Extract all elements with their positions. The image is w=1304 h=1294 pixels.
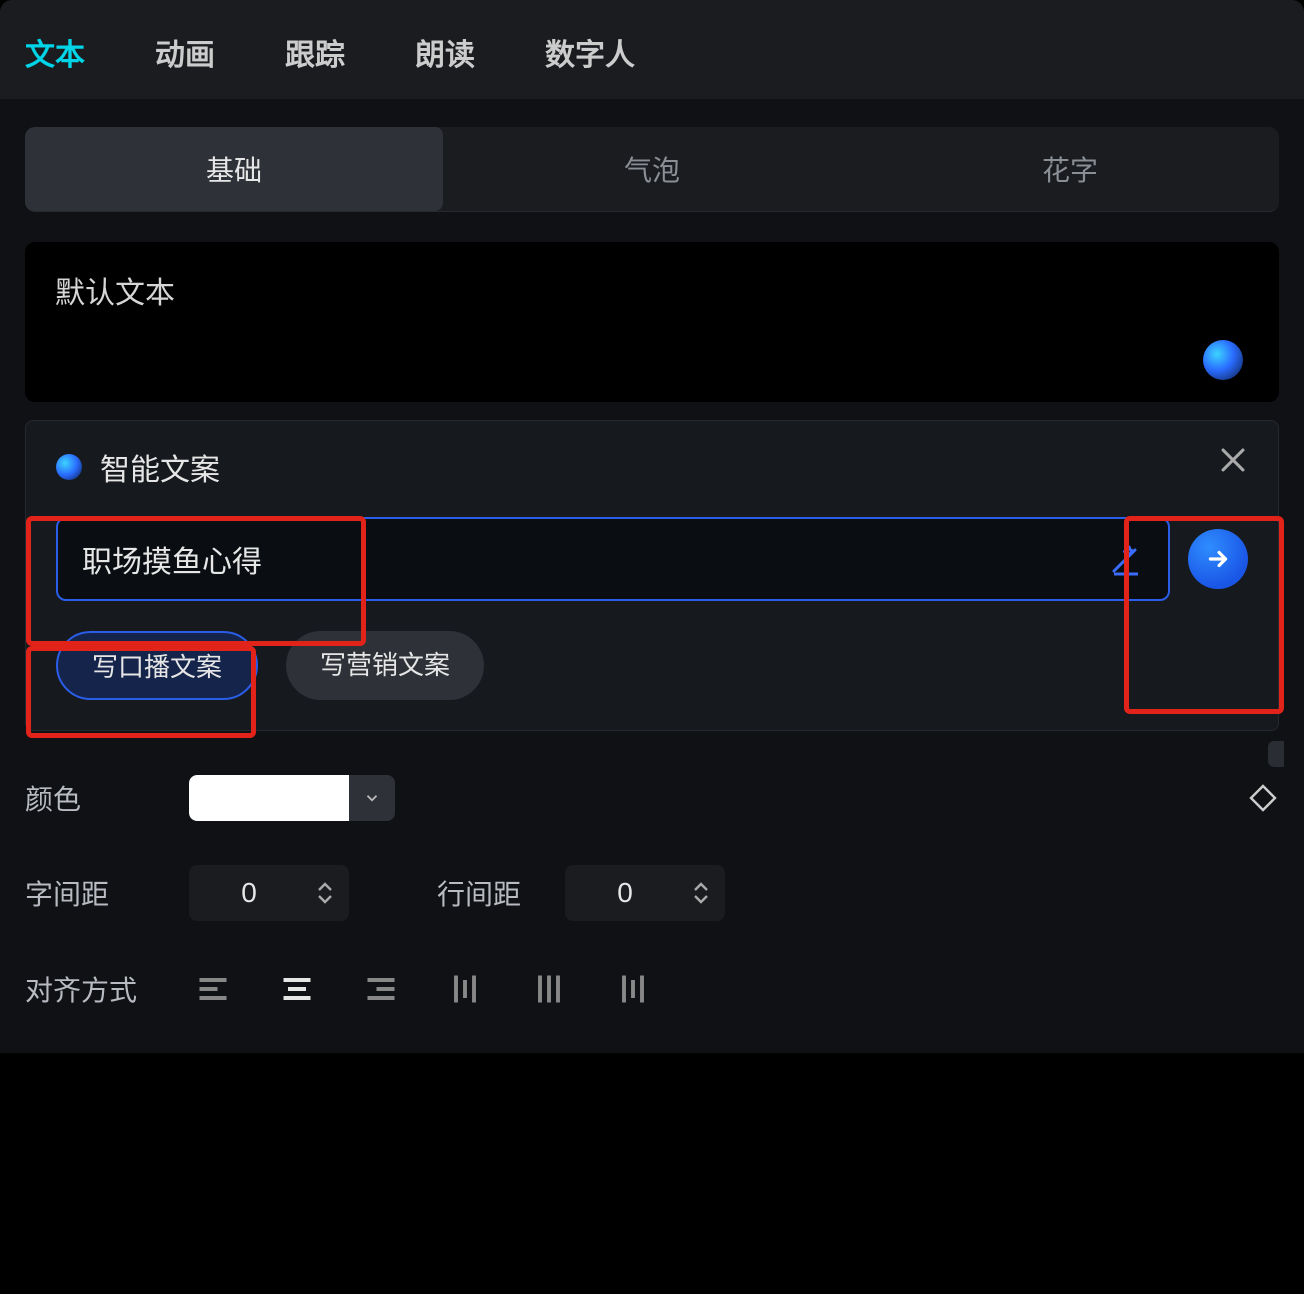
line-spacing-label: 行间距: [437, 873, 521, 913]
text-content-value: 默认文本: [55, 268, 1249, 312]
letter-spacing-value: 0: [189, 865, 309, 921]
pill-marketing-copy[interactable]: 写营销文案: [286, 631, 484, 700]
text-content-box[interactable]: 默认文本: [25, 242, 1279, 402]
color-picker[interactable]: [189, 775, 395, 821]
tab-track[interactable]: 跟踪: [285, 30, 345, 74]
smart-input-wrapper[interactable]: [56, 517, 1170, 601]
tab-text[interactable]: 文本: [25, 30, 85, 74]
align-vertical-right-button[interactable]: [609, 965, 657, 1013]
chevron-up-icon[interactable]: [693, 882, 709, 892]
align-vertical-center-button[interactable]: [525, 965, 573, 1013]
tab-digital-human[interactable]: 数字人: [545, 30, 635, 74]
close-button[interactable]: [1216, 443, 1250, 477]
smart-input[interactable]: [82, 542, 1108, 576]
tab-animation[interactable]: 动画: [155, 30, 215, 74]
smart-copy-title: 智能文案: [100, 445, 220, 489]
letter-spacing-stepper[interactable]: 0: [189, 865, 349, 921]
subtab-fancy[interactable]: 花字: [861, 127, 1279, 211]
align-center-button[interactable]: [273, 965, 321, 1013]
align-vertical-left-button[interactable]: [441, 965, 489, 1013]
ai-orb-small-icon: [56, 454, 82, 480]
color-dropdown-caret[interactable]: [349, 775, 395, 821]
color-swatch: [189, 775, 349, 821]
top-tab-bar: 文本 动画 跟踪 朗读 数字人: [0, 0, 1304, 99]
letter-spacing-label: 字间距: [25, 873, 175, 913]
text-panel: 基础 气泡 花字 默认文本 智能文案: [0, 99, 1304, 1053]
color-label: 颜色: [25, 778, 175, 818]
align-left-button[interactable]: [189, 965, 237, 1013]
smart-copy-popup: 智能文案 写口播文案 写营销文案: [25, 420, 1279, 731]
ai-orb-icon[interactable]: [1203, 340, 1243, 380]
subtab-basic[interactable]: 基础: [25, 127, 443, 211]
magic-wand-icon[interactable]: [1108, 541, 1144, 577]
alignment-label: 对齐方式: [25, 969, 175, 1009]
chevron-down-icon[interactable]: [317, 894, 333, 904]
subtab-bubble[interactable]: 气泡: [443, 127, 861, 211]
tab-read[interactable]: 朗读: [415, 30, 475, 74]
line-spacing-stepper[interactable]: 0: [565, 865, 725, 921]
sub-tab-bar: 基础 气泡 花字: [25, 127, 1279, 212]
chevron-up-icon[interactable]: [317, 882, 333, 892]
align-right-button[interactable]: [357, 965, 405, 1013]
chevron-down-icon[interactable]: [693, 894, 709, 904]
keyframe-diamond-icon[interactable]: [1247, 782, 1279, 814]
line-spacing-value: 0: [565, 865, 685, 921]
send-button[interactable]: [1188, 529, 1248, 589]
pill-broadcast-copy[interactable]: 写口播文案: [56, 631, 258, 700]
side-handle-icon[interactable]: [1268, 741, 1284, 767]
